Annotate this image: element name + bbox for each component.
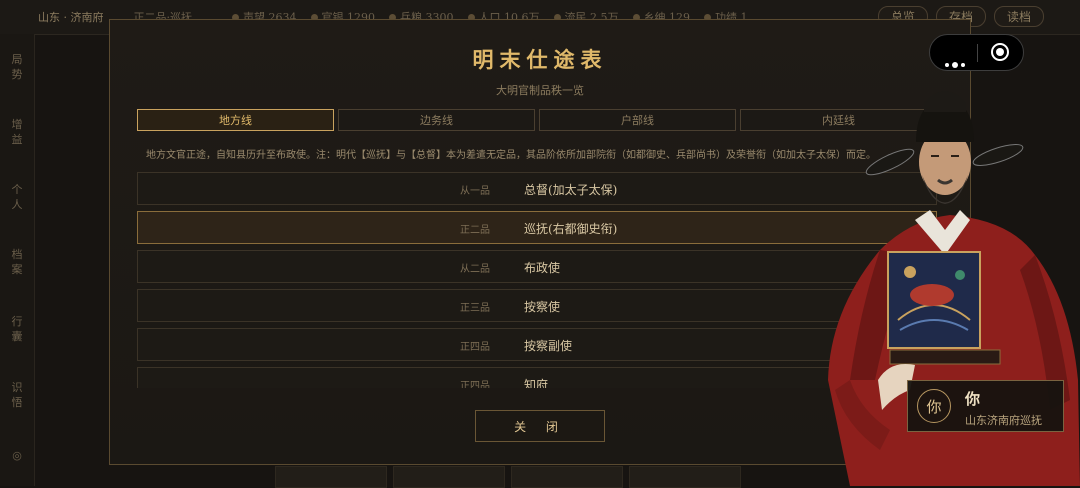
- rank-title: 巡抚(右都御史衔): [524, 222, 618, 236]
- bottom-tile: [393, 466, 505, 488]
- rank-grade: 正四品: [460, 342, 490, 353]
- bottom-tiles: [275, 466, 741, 488]
- rank-row-current: 正二品 巡抚(右都御史衔): [137, 211, 937, 244]
- settings-icon[interactable]: ◎: [9, 448, 25, 463]
- nav-item-situation[interactable]: 局势: [9, 52, 25, 82]
- side-navigation: 局势 增益 个人 档案 行囊 识悟 ◎: [0, 34, 35, 486]
- rank-row: 从一品 总督(加太子太保): [137, 172, 937, 205]
- rank-title: 知府: [524, 378, 549, 388]
- rank-title: 按察副使: [524, 339, 573, 353]
- rank-grade: 正四品: [460, 381, 490, 388]
- avatar: 你: [917, 389, 951, 423]
- close-button[interactable]: 关 闭: [475, 410, 605, 442]
- rank-title: 布政使: [524, 261, 561, 275]
- rank-grade: 正三品: [460, 303, 490, 314]
- rank-title: 按察使: [524, 300, 561, 314]
- modal-title: 明末仕途表: [472, 47, 608, 72]
- target-circle-icon[interactable]: [991, 43, 1009, 61]
- tab-frontier[interactable]: 边务线: [338, 109, 535, 131]
- miniprogram-capsule: [929, 34, 1024, 71]
- more-dots-icon[interactable]: [945, 52, 968, 71]
- nav-item-bag[interactable]: 行囊: [9, 314, 25, 344]
- rank-grade: 从二品: [460, 264, 490, 275]
- rank-row: 从二品 布政使: [137, 250, 937, 283]
- player-name: 你: [965, 390, 981, 408]
- rank-row: 正四品 按察副使: [137, 328, 937, 361]
- player-title: 山东济南府巡抚: [965, 414, 1042, 427]
- rank-grade: 正二品: [460, 225, 490, 236]
- rank-title: 总督(加太子太保): [524, 183, 618, 197]
- rank-row: 正三品 按察使: [137, 289, 937, 322]
- rank-row: 正四品 知府: [137, 367, 937, 388]
- bottom-tile: [629, 466, 741, 488]
- location-label: 山东 · 济南府: [38, 11, 104, 24]
- bottom-tile: [511, 466, 623, 488]
- bottom-tile: [275, 466, 387, 488]
- career-tabs: 地方线 边务线 户部线 内廷线: [137, 109, 937, 131]
- tab-revenue[interactable]: 户部线: [539, 109, 736, 131]
- player-card[interactable]: 你 你 山东济南府巡抚: [907, 380, 1064, 432]
- load-button[interactable]: 读档: [993, 6, 1044, 27]
- rank-list[interactable]: 从一品 总督(加太子太保) 正二品 巡抚(右都御史衔) 从二品 布政使 正三品 …: [137, 172, 937, 388]
- tab-local[interactable]: 地方线: [137, 109, 334, 131]
- nav-item-buffs[interactable]: 增益: [9, 117, 25, 147]
- capsule-divider: [977, 44, 978, 62]
- nav-item-archive[interactable]: 档案: [9, 247, 25, 277]
- nav-item-personal[interactable]: 个人: [9, 182, 25, 212]
- nav-item-insight[interactable]: 识悟: [9, 380, 25, 410]
- rank-grade: 从一品: [460, 186, 490, 197]
